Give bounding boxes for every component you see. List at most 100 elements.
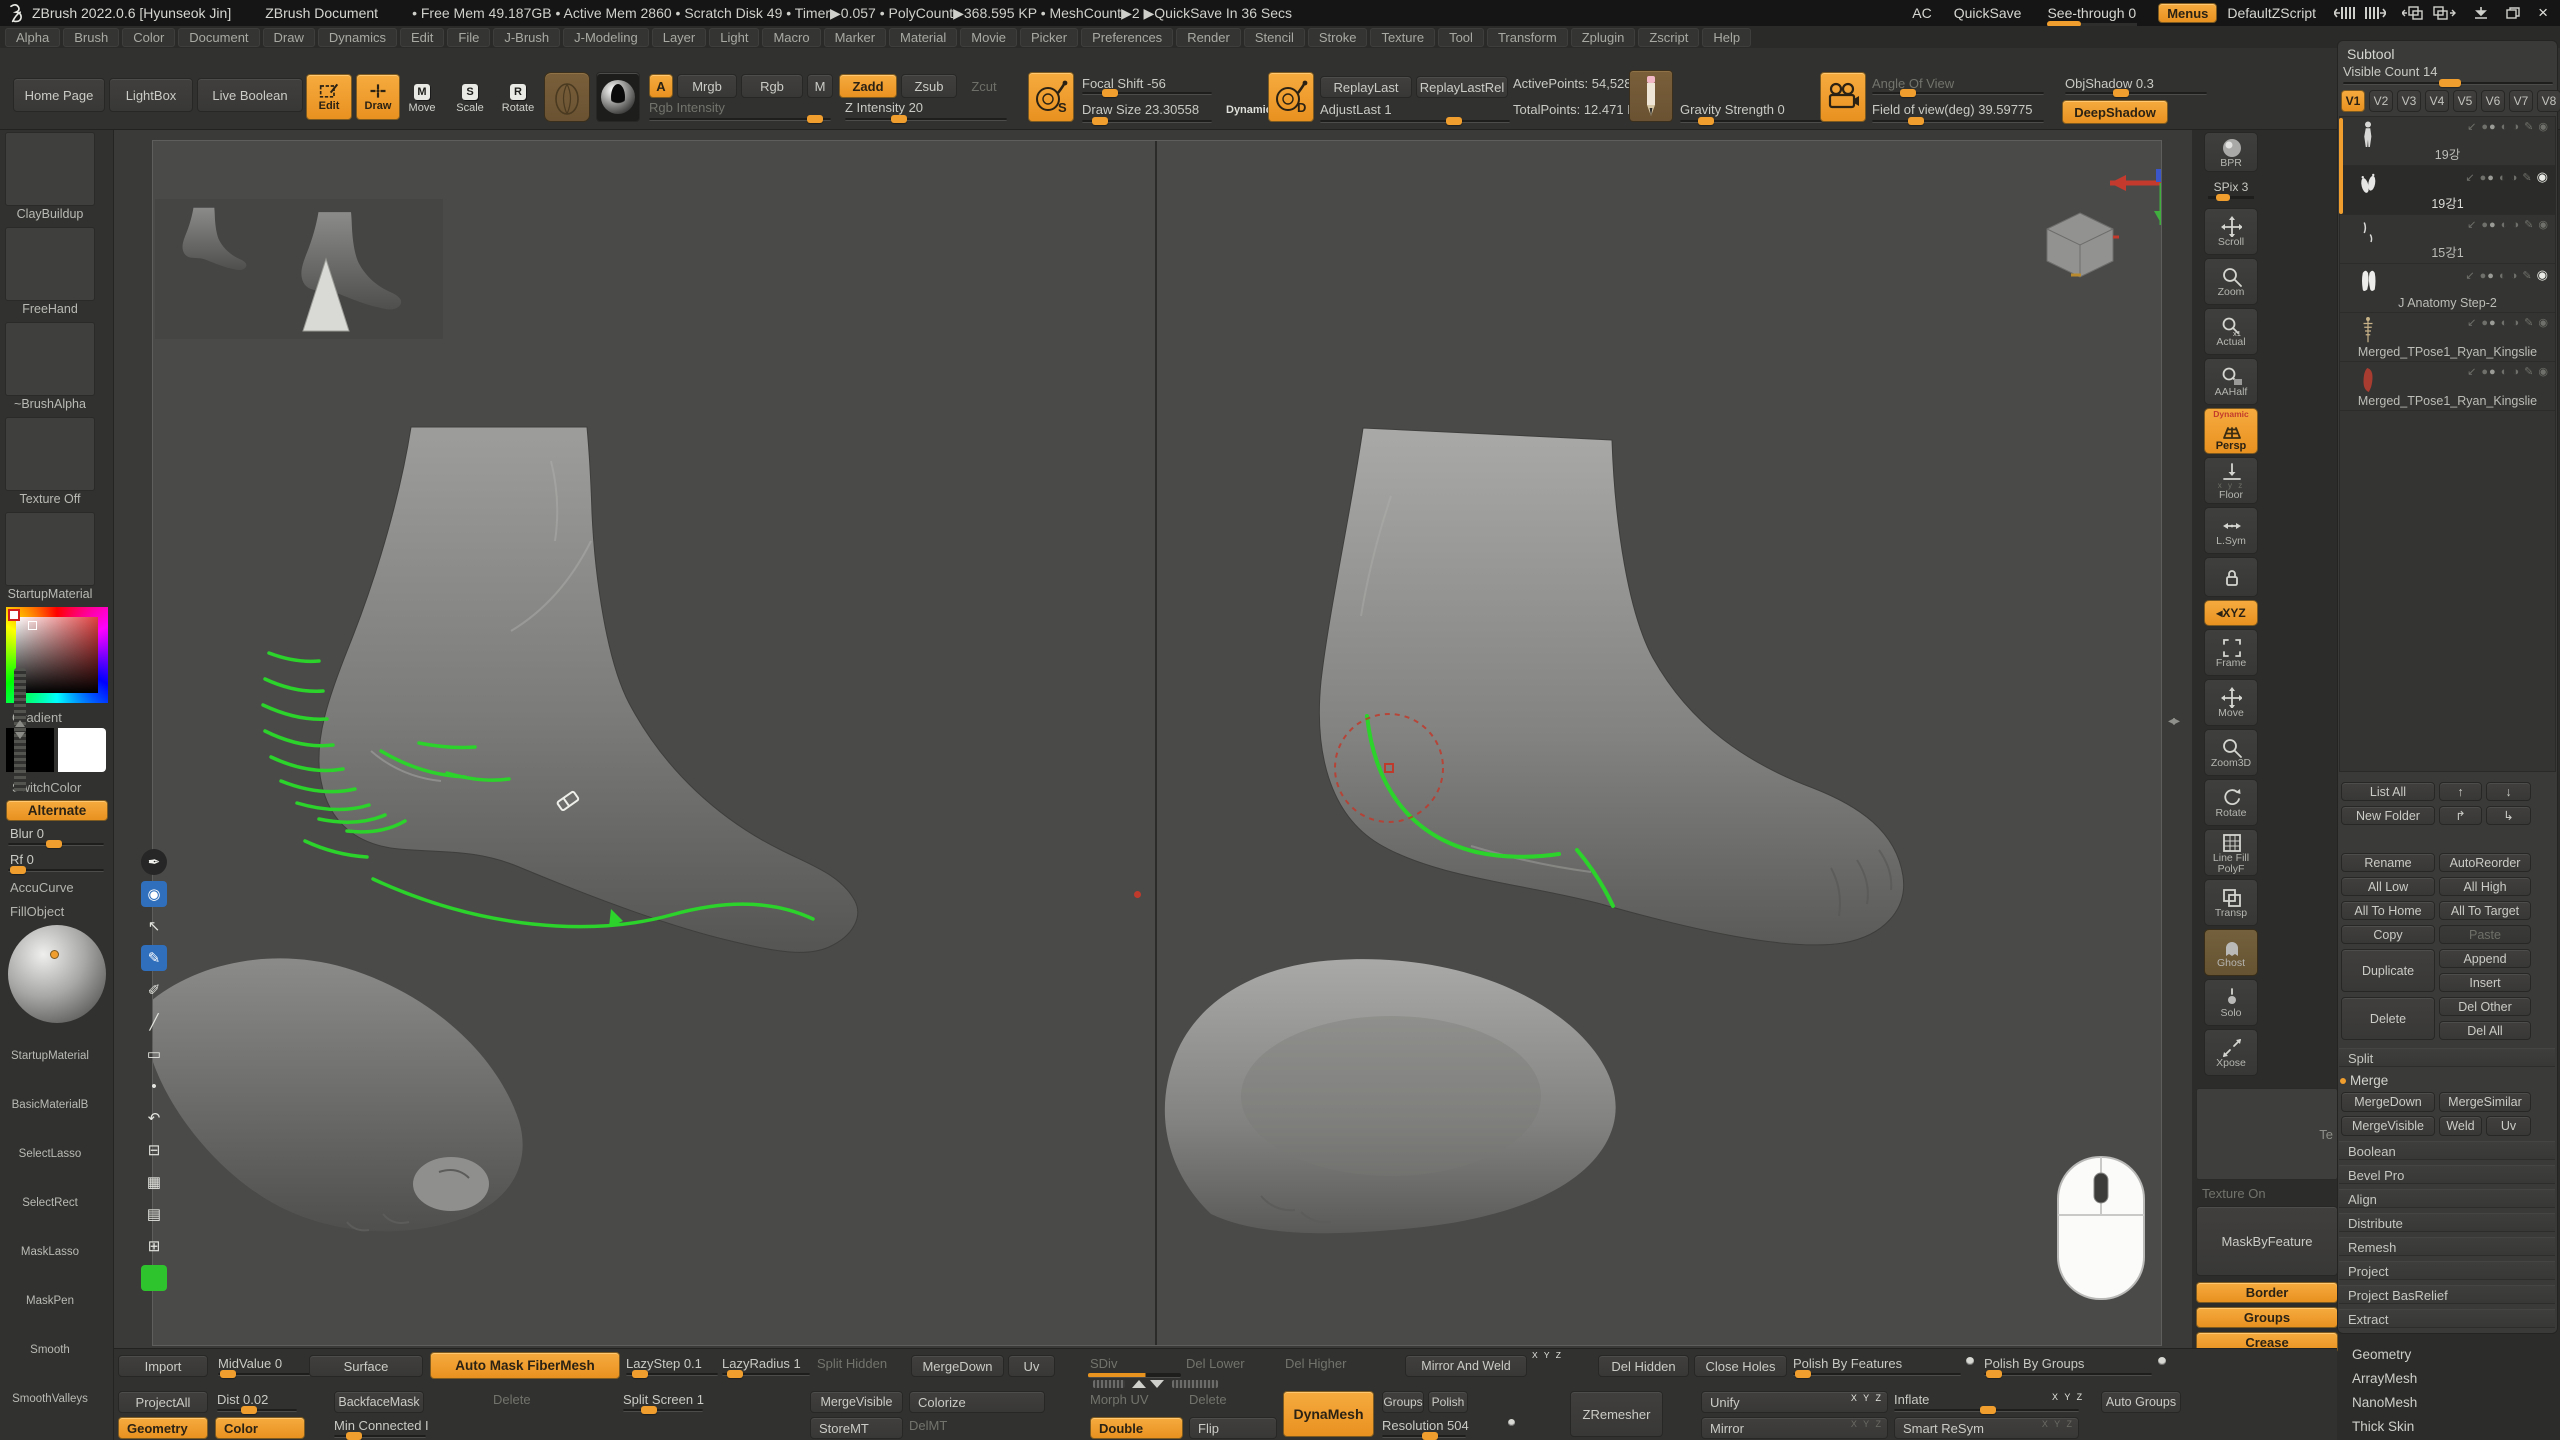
annotation-tool-icon[interactable]: ▭ <box>141 1041 167 1067</box>
annotation-tool-icon[interactable]: • <box>141 1073 167 1099</box>
right-shelf-item[interactable]: Zoom <box>2204 258 2258 305</box>
visibility-tab[interactable]: V1 <box>2341 90 2365 112</box>
live-boolean-button[interactable]: Live Boolean <box>197 78 303 112</box>
subtool-item[interactable]: ↙ ●● ◐ ◑ ✎ ◉ 15강1 <box>2340 215 2555 264</box>
right-shelf-item[interactable]: Xpose <box>2204 1029 2258 1076</box>
storemt-button[interactable]: StoreMT <box>810 1417 903 1439</box>
menu-item[interactable]: Light <box>709 28 759 47</box>
annotation-tool-icon[interactable]: ◉ <box>141 881 167 907</box>
right-shelf-item[interactable] <box>2204 557 2258 597</box>
right-shelf-item[interactable]: Rotate <box>2204 779 2258 826</box>
dist-slider[interactable]: Dist 0.02 <box>217 1392 268 1407</box>
menu-item[interactable]: Stroke <box>1308 28 1368 47</box>
geometry-section[interactable]: Geometry <box>2352 1347 2411 1362</box>
uv-button[interactable]: Uv <box>2486 1116 2531 1136</box>
del-hidden-button[interactable]: Del Hidden <box>1598 1355 1689 1377</box>
project-row[interactable]: Project <box>2339 1261 2555 1280</box>
current-stroke-thumbnail[interactable] <box>596 72 640 122</box>
project-color-button[interactable]: Color <box>215 1417 305 1439</box>
tray-item[interactable]: ~BrushAlpha <box>3 322 97 412</box>
polish-by-features-slider[interactable]: Polish By Features <box>1793 1356 1902 1371</box>
projectall-button[interactable]: ProjectAll <box>118 1391 208 1413</box>
project-geometry-button[interactable]: Geometry <box>118 1417 208 1439</box>
tray-item[interactable]: ClayBuildup <box>3 132 97 222</box>
remesh-row[interactable]: Remesh <box>2339 1237 2555 1256</box>
sculpt-foot-right[interactable] <box>1271 416 1921 976</box>
groups-crease-button[interactable]: Groups <box>2196 1307 2338 1328</box>
sdiv-scrubber[interactable] <box>1093 1380 1125 1388</box>
light-position-dot[interactable] <box>50 950 59 959</box>
right-shelf-item[interactable]: BPR <box>2204 132 2258 172</box>
delete-lazy-button[interactable]: Delete <box>493 1392 531 1407</box>
subtool-item-icons[interactable]: ↙ ●● ◐ ◑ ✎ ◉ <box>2467 365 2549 378</box>
adjust-last-slider[interactable]: AdjustLast 1 <box>1320 102 1392 117</box>
merge-down-bottom-button[interactable]: MergeDown <box>911 1355 1004 1377</box>
boolean-row[interactable]: Boolean <box>2339 1141 2555 1160</box>
morph-uv-button[interactable]: Morph UV <box>1090 1392 1149 1407</box>
unify-button[interactable]: UnifyX Y Z <box>1701 1391 1888 1413</box>
paste-button[interactable]: Paste <box>2439 925 2531 944</box>
menu-item[interactable]: Color <box>122 28 175 47</box>
copy-button[interactable]: Copy <box>2341 925 2435 944</box>
zsub-button[interactable]: Zsub <box>901 74 957 98</box>
blur-slider[interactable]: Blur 0 <box>10 826 44 841</box>
annotation-tool-icon[interactable]: ▤ <box>141 1201 167 1227</box>
menu-item[interactable]: File <box>447 28 490 47</box>
tray-item[interactable]: StartupMaterial <box>3 512 97 602</box>
visibility-tab[interactable]: V6 <box>2481 90 2505 112</box>
tray-item[interactable]: MaskLasso <box>3 1214 97 1260</box>
visibility-tab[interactable]: V7 <box>2509 90 2533 112</box>
insert-button[interactable]: Insert <box>2439 973 2531 992</box>
weld-button[interactable]: Weld <box>2439 1116 2482 1136</box>
visibility-tab[interactable]: V5 <box>2453 90 2477 112</box>
shrink-canvas-icon[interactable] <box>2334 6 2356 20</box>
subtool-up-button[interactable]: ↑ <box>2439 782 2482 801</box>
menu-item[interactable]: Zscript <box>1638 28 1699 47</box>
close-holes-button[interactable]: Close Holes <box>1694 1355 1787 1377</box>
visible-count-slider[interactable]: Visible Count 14 <box>2343 64 2437 79</box>
subtool-scrollbar[interactable] <box>2339 118 2343 214</box>
menu-item[interactable]: Macro <box>762 28 820 47</box>
del-all-button[interactable]: Del All <box>2439 1021 2531 1040</box>
del-other-button[interactable]: Del Other <box>2439 997 2531 1016</box>
menu-item[interactable]: Dynamics <box>318 28 397 47</box>
delete-uv-button[interactable]: Delete <box>1189 1392 1227 1407</box>
grow-canvas-icon[interactable] <box>2364 6 2386 20</box>
move-out-folder-button[interactable]: ↳ <box>2486 806 2531 825</box>
import-button[interactable]: Import <box>118 1355 208 1377</box>
backfacemask-button[interactable]: BackfaceMask <box>334 1391 424 1413</box>
colorize-button[interactable]: Colorize <box>909 1391 1045 1413</box>
split-hidden-button[interactable]: Split Hidden <box>817 1356 887 1371</box>
gravity-strength-slider[interactable]: Gravity Strength 0 <box>1680 102 1785 117</box>
rotate-button[interactable]: RRotate <box>498 78 538 120</box>
subtool-item-icons[interactable]: ↙ ●● ◐ ◑ ✎ ◉ <box>2467 218 2549 231</box>
sdiv-up-arrow[interactable] <box>1132 1380 1146 1388</box>
annotation-tool-icon[interactable]: ⊟ <box>141 1137 167 1163</box>
all-low-button[interactable]: All Low <box>2341 877 2435 896</box>
tray-divider-scrollbar[interactable] <box>14 668 26 792</box>
resolution-mode-dot[interactable] <box>1508 1419 1515 1426</box>
polish-features-mode-dot[interactable] <box>1966 1357 1974 1365</box>
draw-size-slider[interactable]: Draw Size 23.30558 <box>1082 102 1199 117</box>
tray-item[interactable]: Texture Off <box>3 417 97 507</box>
sdiv-slider[interactable]: SDiv <box>1090 1356 1117 1371</box>
see-through-slider[interactable]: See-through 0 <box>2047 5 2136 21</box>
right-shelf-item[interactable]: Zoom3D <box>2204 729 2258 776</box>
merge-similar-button[interactable]: MergeSimilar <box>2439 1092 2531 1112</box>
texture-on-toggle[interactable]: Texture On <box>2202 1186 2266 1201</box>
menu-item[interactable]: Picker <box>1020 28 1078 47</box>
close-icon[interactable]: × <box>2538 3 2548 23</box>
dynamic-toggle[interactable]: Dynamic <box>1226 104 1272 116</box>
document-viewport[interactable] <box>152 140 2162 1346</box>
min-connected-slider[interactable]: Min Connected I <box>334 1418 429 1433</box>
menu-item[interactable]: Movie <box>960 28 1017 47</box>
right-shelf-item[interactable]: Frame <box>2204 629 2258 676</box>
uv-bottom-button[interactable]: Uv <box>1008 1355 1055 1377</box>
thick-skin-section[interactable]: Thick Skin <box>2352 1419 2414 1434</box>
annotation-tool-icon[interactable]: ▦ <box>141 1169 167 1195</box>
polish-groups-mode-dot[interactable] <box>2158 1357 2166 1365</box>
surface-button[interactable]: Surface <box>309 1355 423 1377</box>
rgb-intensity-slider[interactable]: Rgb Intensity <box>649 100 725 115</box>
mrgb-button[interactable]: Mrgb <box>677 74 737 98</box>
edit-button[interactable]: Edit <box>306 74 352 120</box>
